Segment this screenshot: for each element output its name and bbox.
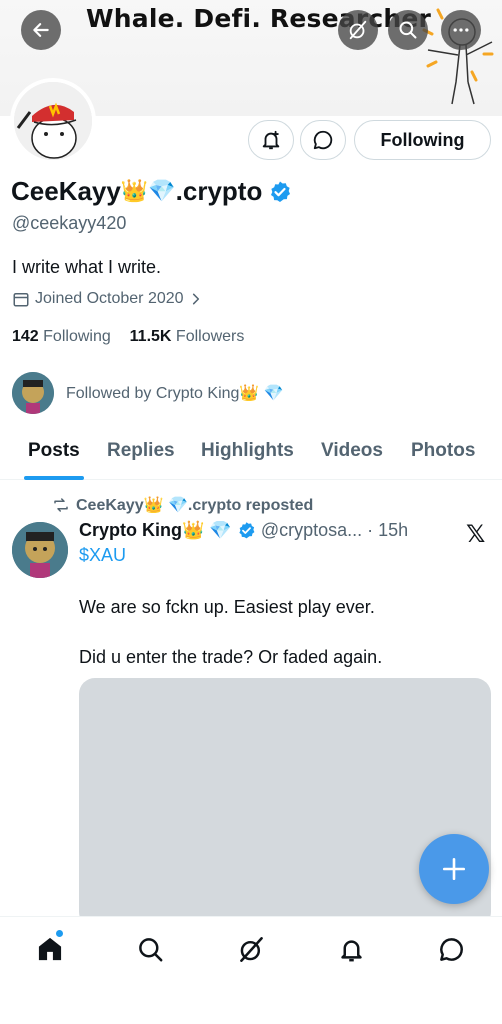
following-count-link[interactable]: 142 Following	[12, 328, 111, 345]
messages-icon	[439, 937, 463, 961]
search-icon	[138, 937, 162, 961]
tab-videos[interactable]: Videos	[321, 440, 383, 462]
notifications-subscribe-button[interactable]	[248, 120, 294, 160]
display-name-emojis: 👑💎	[120, 179, 176, 204]
verified-badge-icon	[271, 181, 291, 202]
followed-by-row[interactable]: Followed by Crypto King👑 💎	[12, 372, 284, 414]
post-text-line-1: We are so fckn up. Easiest play ever.	[79, 597, 375, 617]
arrow-left-icon	[33, 23, 49, 37]
search-icon	[399, 21, 417, 39]
display-name: CeeKayy 👑💎 .crypto	[11, 176, 292, 207]
profile-bio: I write what I write.	[12, 257, 162, 277]
home-icon	[38, 937, 62, 961]
more-button[interactable]	[441, 10, 481, 50]
following-label: Following	[43, 328, 111, 345]
bottom-navigation	[0, 916, 502, 1024]
home-notification-dot	[56, 930, 63, 937]
avatar-illustration	[14, 82, 92, 160]
banner-title: Whale. Defi. Researcher	[86, 4, 432, 33]
nav-search[interactable]	[132, 931, 168, 967]
bell-plus-icon	[262, 130, 280, 150]
chevron-right-icon	[192, 293, 199, 305]
following-count: 142	[12, 328, 39, 345]
post-text-line-2: Did u enter the trade? Or faded again.	[79, 647, 383, 667]
followers-count-link[interactable]: 11.5K Followers	[130, 328, 245, 345]
display-name-text: CeeKayy	[11, 176, 121, 206]
x-logo-icon: 𝕏	[466, 521, 486, 548]
followers-count: 11.5K	[129, 328, 172, 345]
message-icon	[313, 130, 333, 150]
tab-photos[interactable]: Photos	[411, 440, 475, 462]
nav-messages[interactable]	[433, 931, 469, 967]
profile-avatar[interactable]	[10, 78, 96, 164]
post-author-avatar[interactable]	[12, 522, 68, 578]
verified-badge-icon	[239, 522, 255, 539]
follower-avatar	[12, 372, 54, 414]
repost-icon	[54, 498, 68, 512]
grok-icon	[239, 936, 263, 962]
following-button[interactable]: Following	[354, 120, 491, 160]
more-horizontal-icon	[453, 28, 469, 32]
nav-notifications[interactable]	[333, 931, 369, 967]
post-author-handle[interactable]: @cryptosa...	[261, 520, 362, 541]
tab-highlights[interactable]: Highlights	[201, 440, 294, 462]
search-button[interactable]	[388, 10, 428, 50]
nav-grok[interactable]	[233, 931, 269, 967]
display-name-suffix: .crypto	[175, 176, 263, 206]
post-author-name[interactable]: Crypto King👑 💎	[79, 520, 232, 541]
grok-icon	[349, 20, 367, 40]
tab-replies[interactable]: Replies	[107, 440, 175, 462]
active-tab-indicator	[24, 476, 84, 480]
nav-home[interactable]	[32, 930, 68, 967]
compose-button[interactable]	[419, 834, 489, 904]
repost-indicator[interactable]: CeeKayy👑 💎.crypto reposted	[52, 495, 313, 515]
plus-icon	[442, 857, 466, 881]
joined-date[interactable]: Joined October 2020	[12, 290, 203, 308]
post-cashtag[interactable]: $XAU	[79, 545, 126, 566]
follow-counts: 142 Following 11.5K Followers	[12, 328, 244, 346]
back-button[interactable]	[21, 10, 61, 50]
post-header: Crypto King👑 💎 @cryptosa... · 15h	[79, 520, 408, 541]
tab-posts[interactable]: Posts	[28, 440, 80, 462]
bell-icon	[340, 939, 362, 961]
profile-handle: @ceekayy420	[12, 213, 127, 233]
message-button[interactable]	[300, 120, 346, 160]
followed-by-text: Followed by Crypto King👑 💎	[66, 385, 284, 402]
joined-text: Joined October 2020	[35, 290, 184, 307]
post-time: · 15h	[367, 520, 409, 540]
calendar-icon	[13, 293, 29, 307]
profile-tabs: Posts Replies Highlights Videos Photos	[0, 432, 502, 480]
repost-text: CeeKayy👑 💎.crypto reposted	[76, 497, 314, 514]
grok-button[interactable]	[338, 10, 378, 50]
followers-label: Followers	[175, 328, 245, 345]
